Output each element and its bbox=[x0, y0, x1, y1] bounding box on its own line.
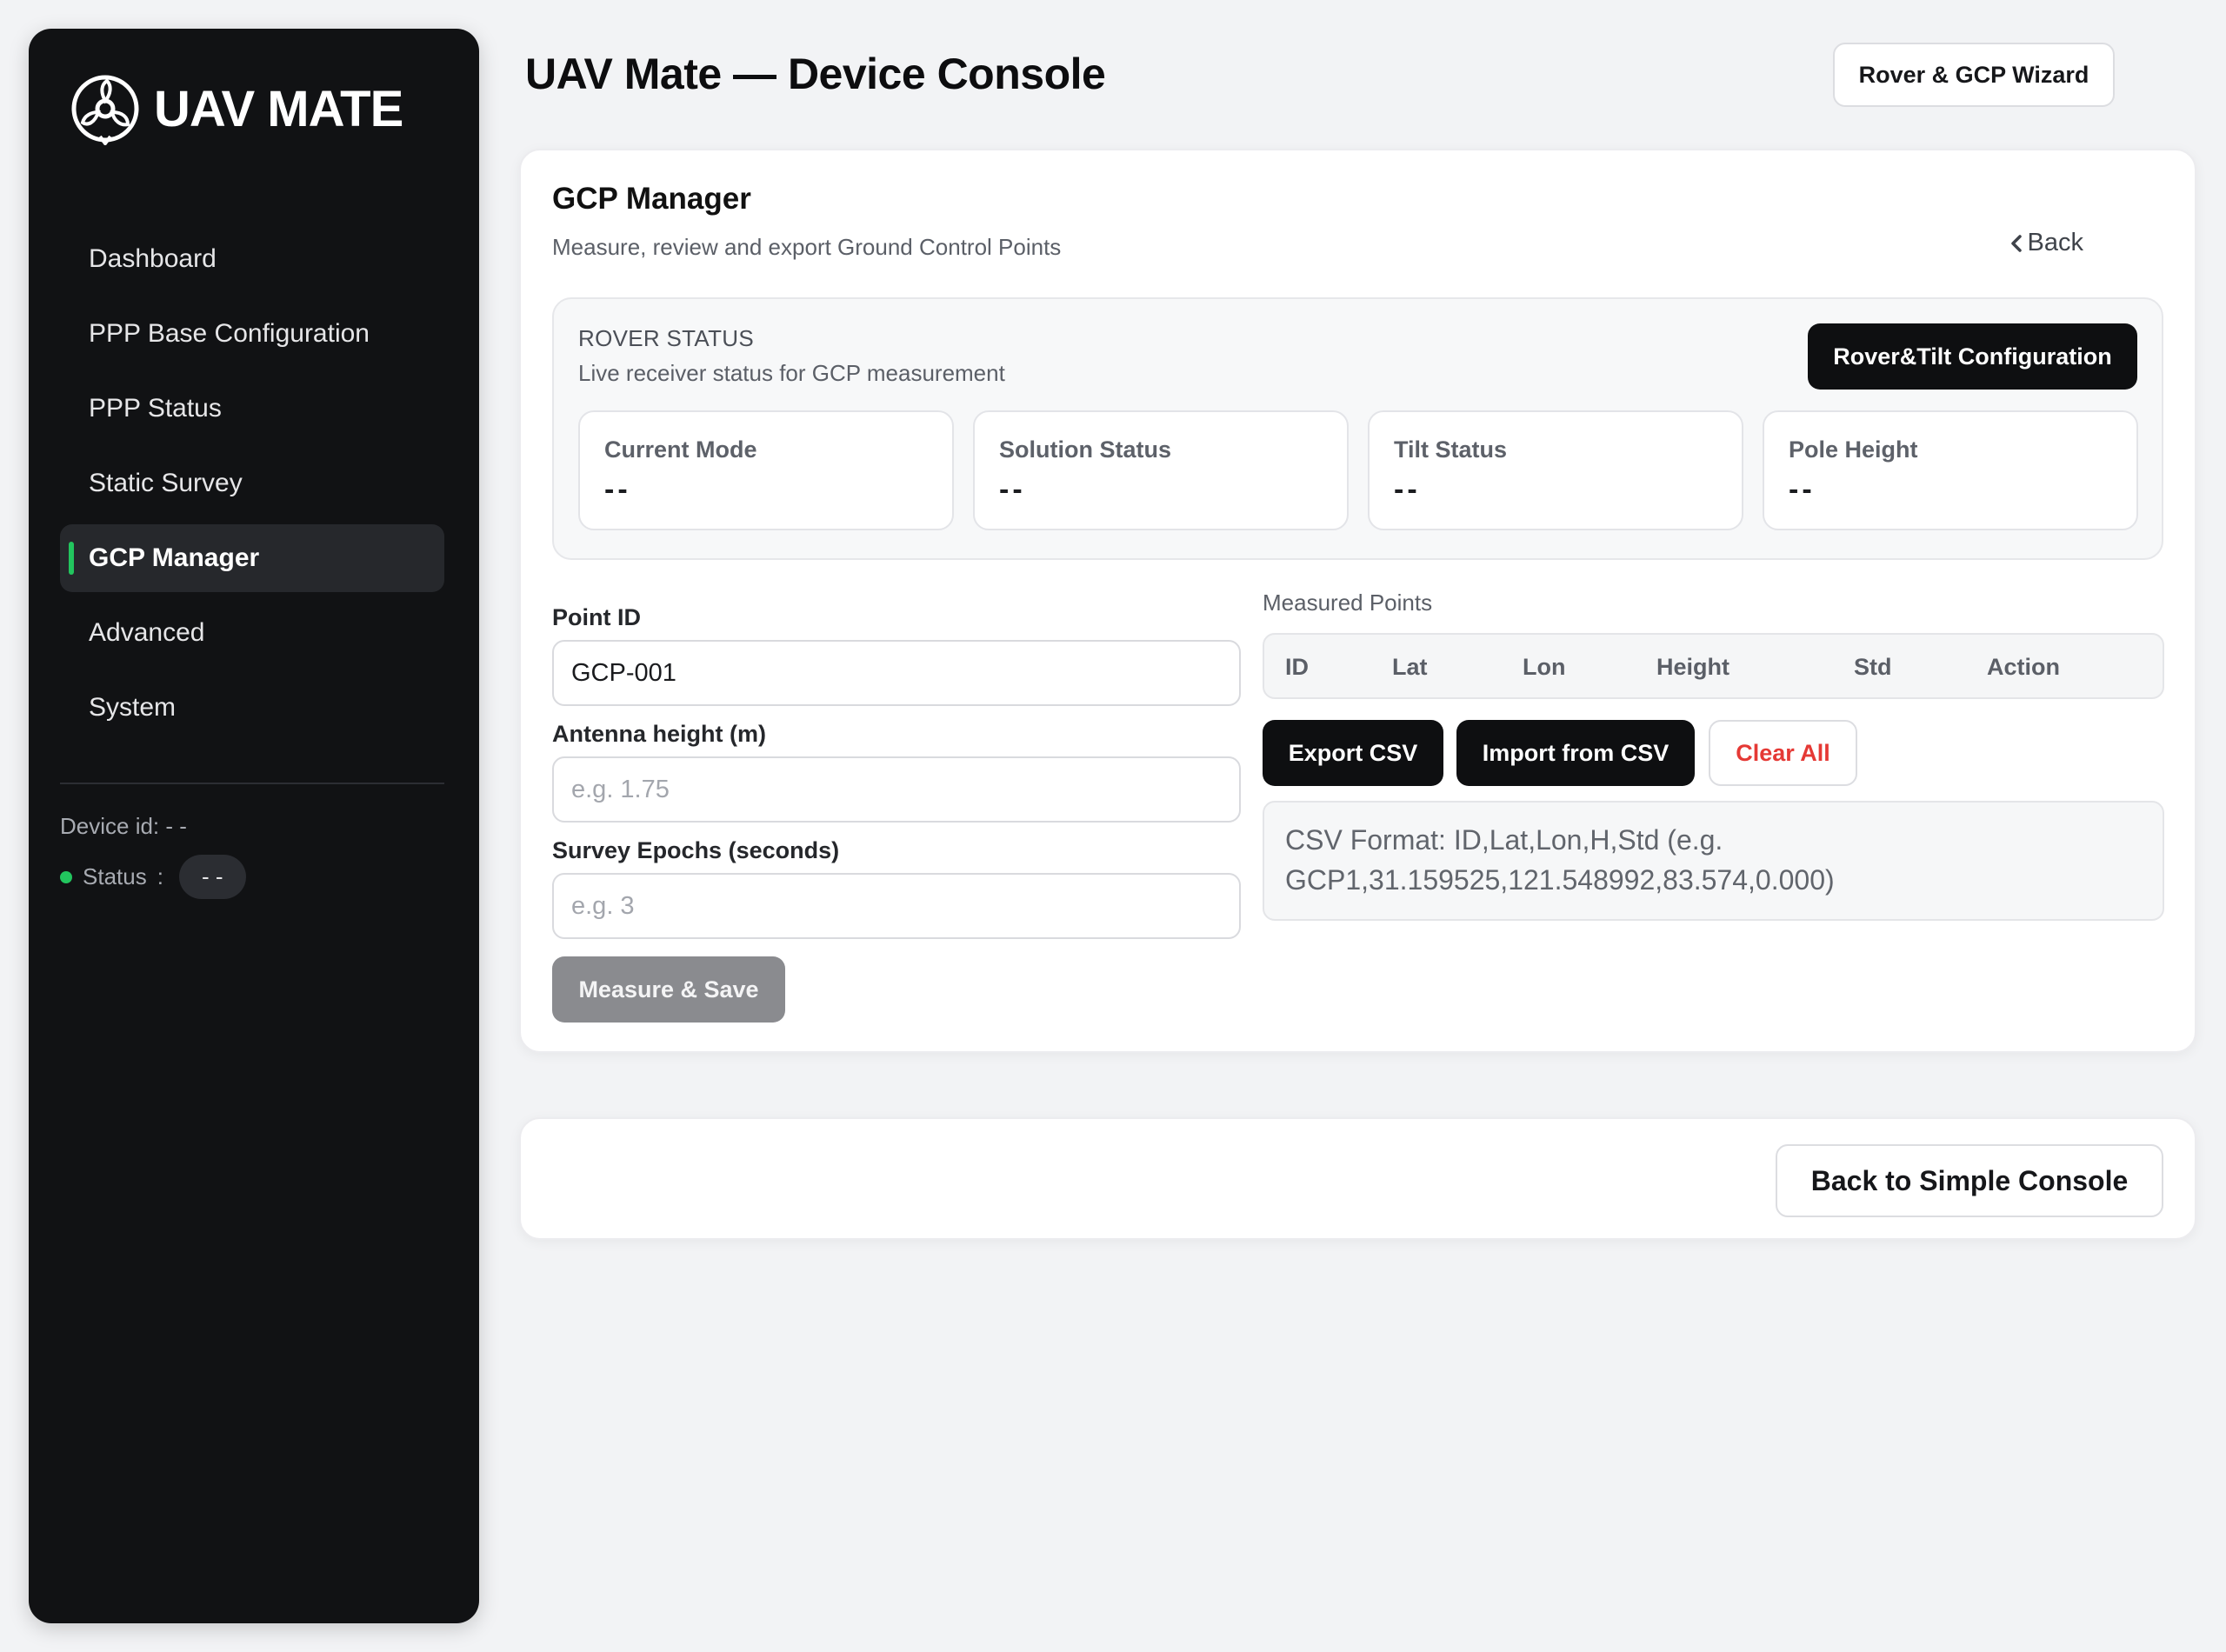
survey-epochs-label: Survey Epochs (seconds) bbox=[552, 837, 840, 863]
brand-logo[interactable]: UAV MATE bbox=[69, 72, 403, 145]
column-header-height: Height bbox=[1656, 654, 1729, 680]
status-card-pole-height: Pole Height -- bbox=[1763, 410, 2138, 530]
status-card-label: Solution Status bbox=[999, 436, 1171, 463]
column-header-lat: Lat bbox=[1392, 654, 1428, 680]
device-status: Status : - - bbox=[60, 855, 246, 899]
back-label: Back bbox=[2027, 229, 2083, 256]
sidebar-divider bbox=[60, 783, 444, 784]
survey-epochs-input[interactable] bbox=[552, 873, 1241, 939]
status-card-value: -- bbox=[604, 473, 631, 506]
status-card-label: Tilt Status bbox=[1394, 436, 1508, 463]
rover-tilt-configuration-button[interactable]: Rover&Tilt Configuration bbox=[1808, 323, 2137, 390]
measure-save-button[interactable]: Measure & Save bbox=[552, 956, 785, 1023]
status-card-label: Pole Height bbox=[1789, 436, 1918, 463]
sidebar-item-dashboard[interactable]: Dashboard bbox=[60, 225, 444, 293]
drone-propeller-icon bbox=[71, 75, 139, 145]
gcp-manager-card: GCP Manager Measure, review and export G… bbox=[519, 149, 2196, 1053]
brand-name: UAV MATE bbox=[154, 80, 403, 137]
status-separator: : bbox=[157, 863, 163, 889]
status-badge: - - bbox=[178, 855, 246, 899]
status-card-label: Current Mode bbox=[604, 436, 757, 463]
status-card-value: -- bbox=[1394, 473, 1421, 506]
status-card-value: -- bbox=[999, 473, 1026, 506]
clear-all-button[interactable]: Clear All bbox=[1709, 720, 1857, 786]
point-id-label: Point ID bbox=[552, 604, 641, 630]
measured-points-table-header: ID Lat Lon Height Std Action bbox=[1263, 633, 2164, 699]
antenna-height-input[interactable] bbox=[552, 756, 1241, 823]
rover-gcp-wizard-button[interactable]: Rover & GCP Wizard bbox=[1833, 43, 2115, 107]
status-label: Status bbox=[83, 863, 147, 889]
footer-card: Back to Simple Console bbox=[519, 1117, 2196, 1240]
status-card-solution-status: Solution Status -- bbox=[973, 410, 1349, 530]
card-title: GCP Manager bbox=[552, 182, 751, 216]
sidebar-item-gcp-manager[interactable]: GCP Manager bbox=[60, 524, 444, 592]
sidebar-item-ppp-base-configuration[interactable]: PPP Base Configuration bbox=[60, 300, 444, 368]
status-card-tilt-status: Tilt Status -- bbox=[1368, 410, 1743, 530]
export-csv-button[interactable]: Export CSV bbox=[1263, 720, 1443, 786]
measured-points-title: Measured Points bbox=[1263, 590, 1433, 616]
status-card-value: -- bbox=[1789, 473, 1816, 506]
status-card-current-mode: Current Mode -- bbox=[578, 410, 954, 530]
antenna-height-label: Antenna height (m) bbox=[552, 721, 766, 747]
chevron-left-icon bbox=[2010, 234, 2022, 252]
sidebar-item-ppp-status[interactable]: PPP Status bbox=[60, 375, 444, 443]
rover-status-panel: ROVER STATUS Live receiver status for GC… bbox=[552, 297, 2163, 560]
point-id-input[interactable] bbox=[552, 640, 1241, 706]
rover-status-subheading: Live receiver status for GCP measurement bbox=[578, 360, 1005, 386]
sidebar-item-system[interactable]: System bbox=[60, 674, 444, 742]
back-link[interactable]: Back bbox=[2009, 229, 2083, 257]
column-header-id: ID bbox=[1285, 654, 1309, 680]
device-id: Device id: - - bbox=[60, 813, 187, 839]
column-header-lon: Lon bbox=[1523, 654, 1566, 680]
import-csv-button[interactable]: Import from CSV bbox=[1456, 720, 1695, 786]
sidebar-item-advanced[interactable]: Advanced bbox=[60, 599, 444, 667]
sidebar-item-static-survey[interactable]: Static Survey bbox=[60, 450, 444, 517]
csv-format-hint: CSV Format: ID,Lat,Lon,H,Std (e.g. GCP1,… bbox=[1263, 801, 2164, 921]
page-title: UAV Mate — Device Console bbox=[525, 50, 1106, 98]
sidebar: UAV MATE Dashboard PPP Base Configuratio… bbox=[29, 29, 479, 1623]
rover-status-heading: ROVER STATUS bbox=[578, 325, 754, 351]
column-header-action: Action bbox=[1987, 654, 2060, 680]
column-header-std: Std bbox=[1854, 654, 1892, 680]
back-to-simple-console-button[interactable]: Back to Simple Console bbox=[1776, 1144, 2163, 1217]
card-subtitle: Measure, review and export Ground Contro… bbox=[552, 234, 1062, 260]
rover-status-grid: Current Mode -- Solution Status -- Tilt … bbox=[578, 410, 2138, 530]
sidebar-nav: Dashboard PPP Base Configuration PPP Sta… bbox=[60, 225, 444, 749]
status-dot-icon bbox=[60, 870, 72, 883]
